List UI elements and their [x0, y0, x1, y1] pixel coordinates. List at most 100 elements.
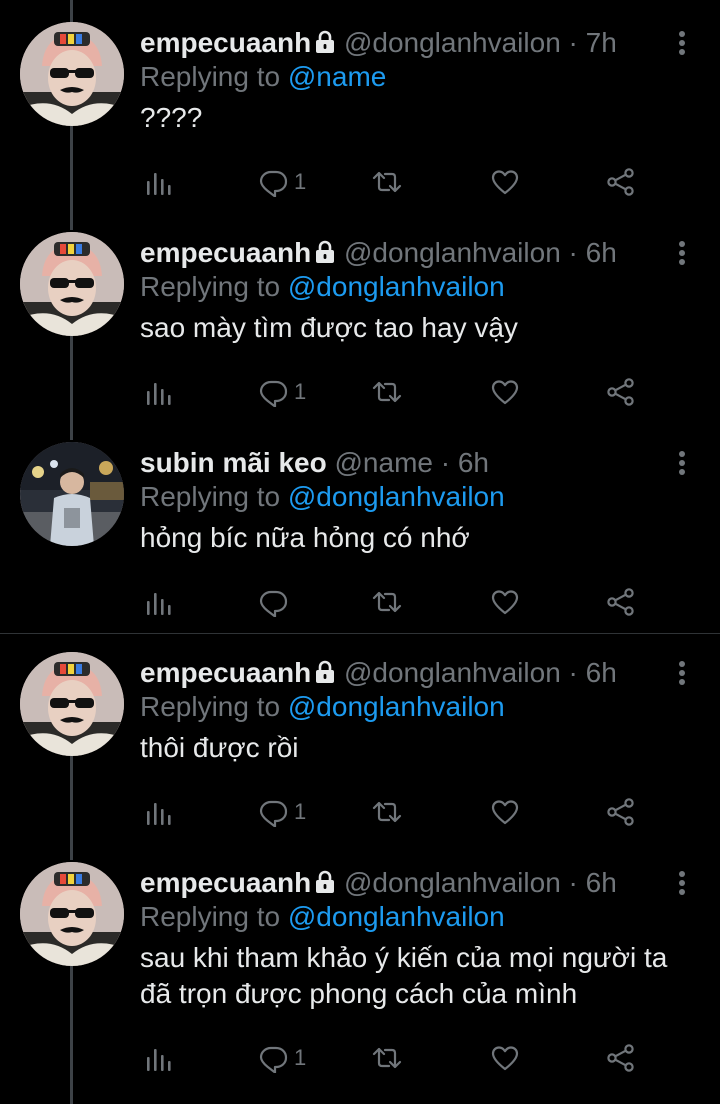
tweet-content: empecuaanh @donglanhvailon · 6h Replying…: [140, 236, 680, 346]
like-button[interactable]: [490, 372, 520, 412]
analytics-button[interactable]: [144, 582, 174, 622]
reply-count: 1: [294, 1045, 307, 1070]
analytics-button[interactable]: [144, 372, 174, 412]
action-bar: 1: [140, 792, 660, 832]
share-button[interactable]: [606, 162, 636, 202]
reply-icon: [259, 590, 288, 617]
replying-to-prefix: Replying to: [140, 901, 288, 932]
analytics-button[interactable]: [144, 162, 174, 202]
retweet-button[interactable]: [372, 582, 402, 622]
retweet-icon: [372, 381, 402, 403]
analytics-icon: [147, 1049, 171, 1071]
reply-button[interactable]: 1: [258, 1038, 306, 1078]
display-name[interactable]: empecuaanh: [140, 657, 311, 688]
like-button[interactable]: [490, 792, 520, 832]
retweet-button[interactable]: [372, 162, 402, 202]
tweet[interactable]: empecuaanh @donglanhvailon · 6h Replying…: [0, 840, 720, 1104]
tweet[interactable]: empecuaanh @donglanhvailon · 6h Replying…: [0, 630, 720, 840]
display-name[interactable]: empecuaanh: [140, 27, 311, 58]
share-icon: [607, 168, 634, 196]
more-icon[interactable]: [672, 448, 692, 480]
reply-icon: [259, 170, 288, 197]
user-avatar[interactable]: [20, 232, 124, 336]
replying-to-prefix: Replying to: [140, 271, 288, 302]
tweet-header: empecuaanh @donglanhvailon · 6h: [140, 656, 680, 690]
tweet-header: empecuaanh @donglanhvailon · 6h: [140, 866, 680, 900]
handle[interactable]: @donglanhvailon: [344, 657, 561, 688]
action-bar: 1: [140, 162, 660, 202]
tweet-header: empecuaanh @donglanhvailon · 6h: [140, 236, 680, 270]
user-avatar[interactable]: [20, 22, 124, 126]
user-avatar[interactable]: [20, 652, 124, 756]
more-icon[interactable]: [672, 238, 692, 270]
mention-link[interactable]: @donglanhvailon: [288, 481, 505, 512]
share-icon: [607, 1044, 634, 1072]
share-button[interactable]: [606, 792, 636, 832]
tweet-text: thôi được rồi: [140, 732, 299, 763]
tweet[interactable]: empecuaanh @donglanhvailon · 7h Replying…: [0, 0, 720, 210]
tweet-content: empecuaanh @donglanhvailon · 6h Replying…: [140, 866, 680, 1012]
handle[interactable]: @donglanhvailon: [344, 27, 561, 58]
action-bar: 1: [140, 1038, 660, 1078]
analytics-button[interactable]: [144, 1038, 174, 1078]
share-button[interactable]: [606, 1038, 636, 1078]
handle[interactable]: @donglanhvailon: [344, 237, 561, 268]
action-bar: 1: [140, 372, 660, 412]
timestamp[interactable]: · 7h: [569, 27, 617, 58]
user-avatar[interactable]: [20, 862, 124, 966]
retweet-button[interactable]: [372, 1038, 402, 1078]
reply-button[interactable]: 1: [258, 162, 306, 202]
share-icon: [607, 798, 634, 826]
mention-link[interactable]: @donglanhvailon: [288, 271, 505, 302]
replying-to-prefix: Replying to: [140, 61, 288, 92]
display-name[interactable]: empecuaanh: [140, 237, 311, 268]
display-name[interactable]: subin mãi keo: [140, 447, 327, 478]
tweet-header: empecuaanh @donglanhvailon · 7h: [140, 26, 680, 60]
replying-to: Replying to @donglanhvailon: [140, 900, 680, 934]
reply-button[interactable]: 1: [258, 372, 306, 412]
more-icon[interactable]: [672, 868, 692, 900]
display-name[interactable]: empecuaanh: [140, 867, 311, 898]
tweet-content: empecuaanh @donglanhvailon · 6h Replying…: [140, 656, 680, 766]
handle[interactable]: @name: [335, 447, 433, 478]
tweet-content: empecuaanh @donglanhvailon · 7h Replying…: [140, 26, 680, 136]
handle[interactable]: @donglanhvailon: [344, 867, 561, 898]
retweet-icon: [372, 591, 402, 613]
retweet-icon: [372, 801, 402, 823]
replying-to-prefix: Replying to: [140, 691, 288, 722]
timestamp[interactable]: · 6h: [441, 447, 489, 478]
like-button[interactable]: [490, 1038, 520, 1078]
replying-to: Replying to @donglanhvailon: [140, 690, 680, 724]
share-button[interactable]: [606, 372, 636, 412]
timestamp[interactable]: · 6h: [569, 237, 617, 268]
like-icon: [491, 590, 519, 615]
analytics-icon: [147, 173, 171, 195]
mention-link[interactable]: @name: [288, 61, 386, 92]
replying-to: Replying to @donglanhvailon: [140, 270, 680, 304]
tweet[interactable]: empecuaanh @donglanhvailon · 6h Replying…: [0, 210, 720, 420]
more-icon[interactable]: [672, 658, 692, 690]
tweet[interactable]: subin mãi keo @name · 6h Replying to @do…: [0, 420, 720, 630]
analytics-button[interactable]: [144, 792, 174, 832]
timestamp[interactable]: · 6h: [569, 867, 617, 898]
share-icon: [607, 378, 634, 406]
like-icon: [491, 800, 519, 825]
mention-link[interactable]: @donglanhvailon: [288, 691, 505, 722]
replying-to: Replying to @name: [140, 60, 680, 94]
retweet-button[interactable]: [372, 792, 402, 832]
tweet-text: hỏng bíc nữa hỏng có nhớ: [140, 522, 470, 553]
share-button[interactable]: [606, 582, 636, 622]
reply-button[interactable]: [258, 582, 294, 622]
mention-link[interactable]: @donglanhvailon: [288, 901, 505, 932]
tweet-content: subin mãi keo @name · 6h Replying to @do…: [140, 446, 680, 556]
retweet-icon: [372, 1047, 402, 1069]
like-icon: [491, 380, 519, 405]
like-button[interactable]: [490, 162, 520, 202]
other-avatar[interactable]: [20, 442, 124, 546]
retweet-button[interactable]: [372, 372, 402, 412]
timestamp[interactable]: · 6h: [569, 657, 617, 688]
action-bar: [140, 582, 660, 622]
reply-button[interactable]: 1: [258, 792, 306, 832]
more-icon[interactable]: [672, 28, 692, 60]
like-button[interactable]: [490, 582, 520, 622]
